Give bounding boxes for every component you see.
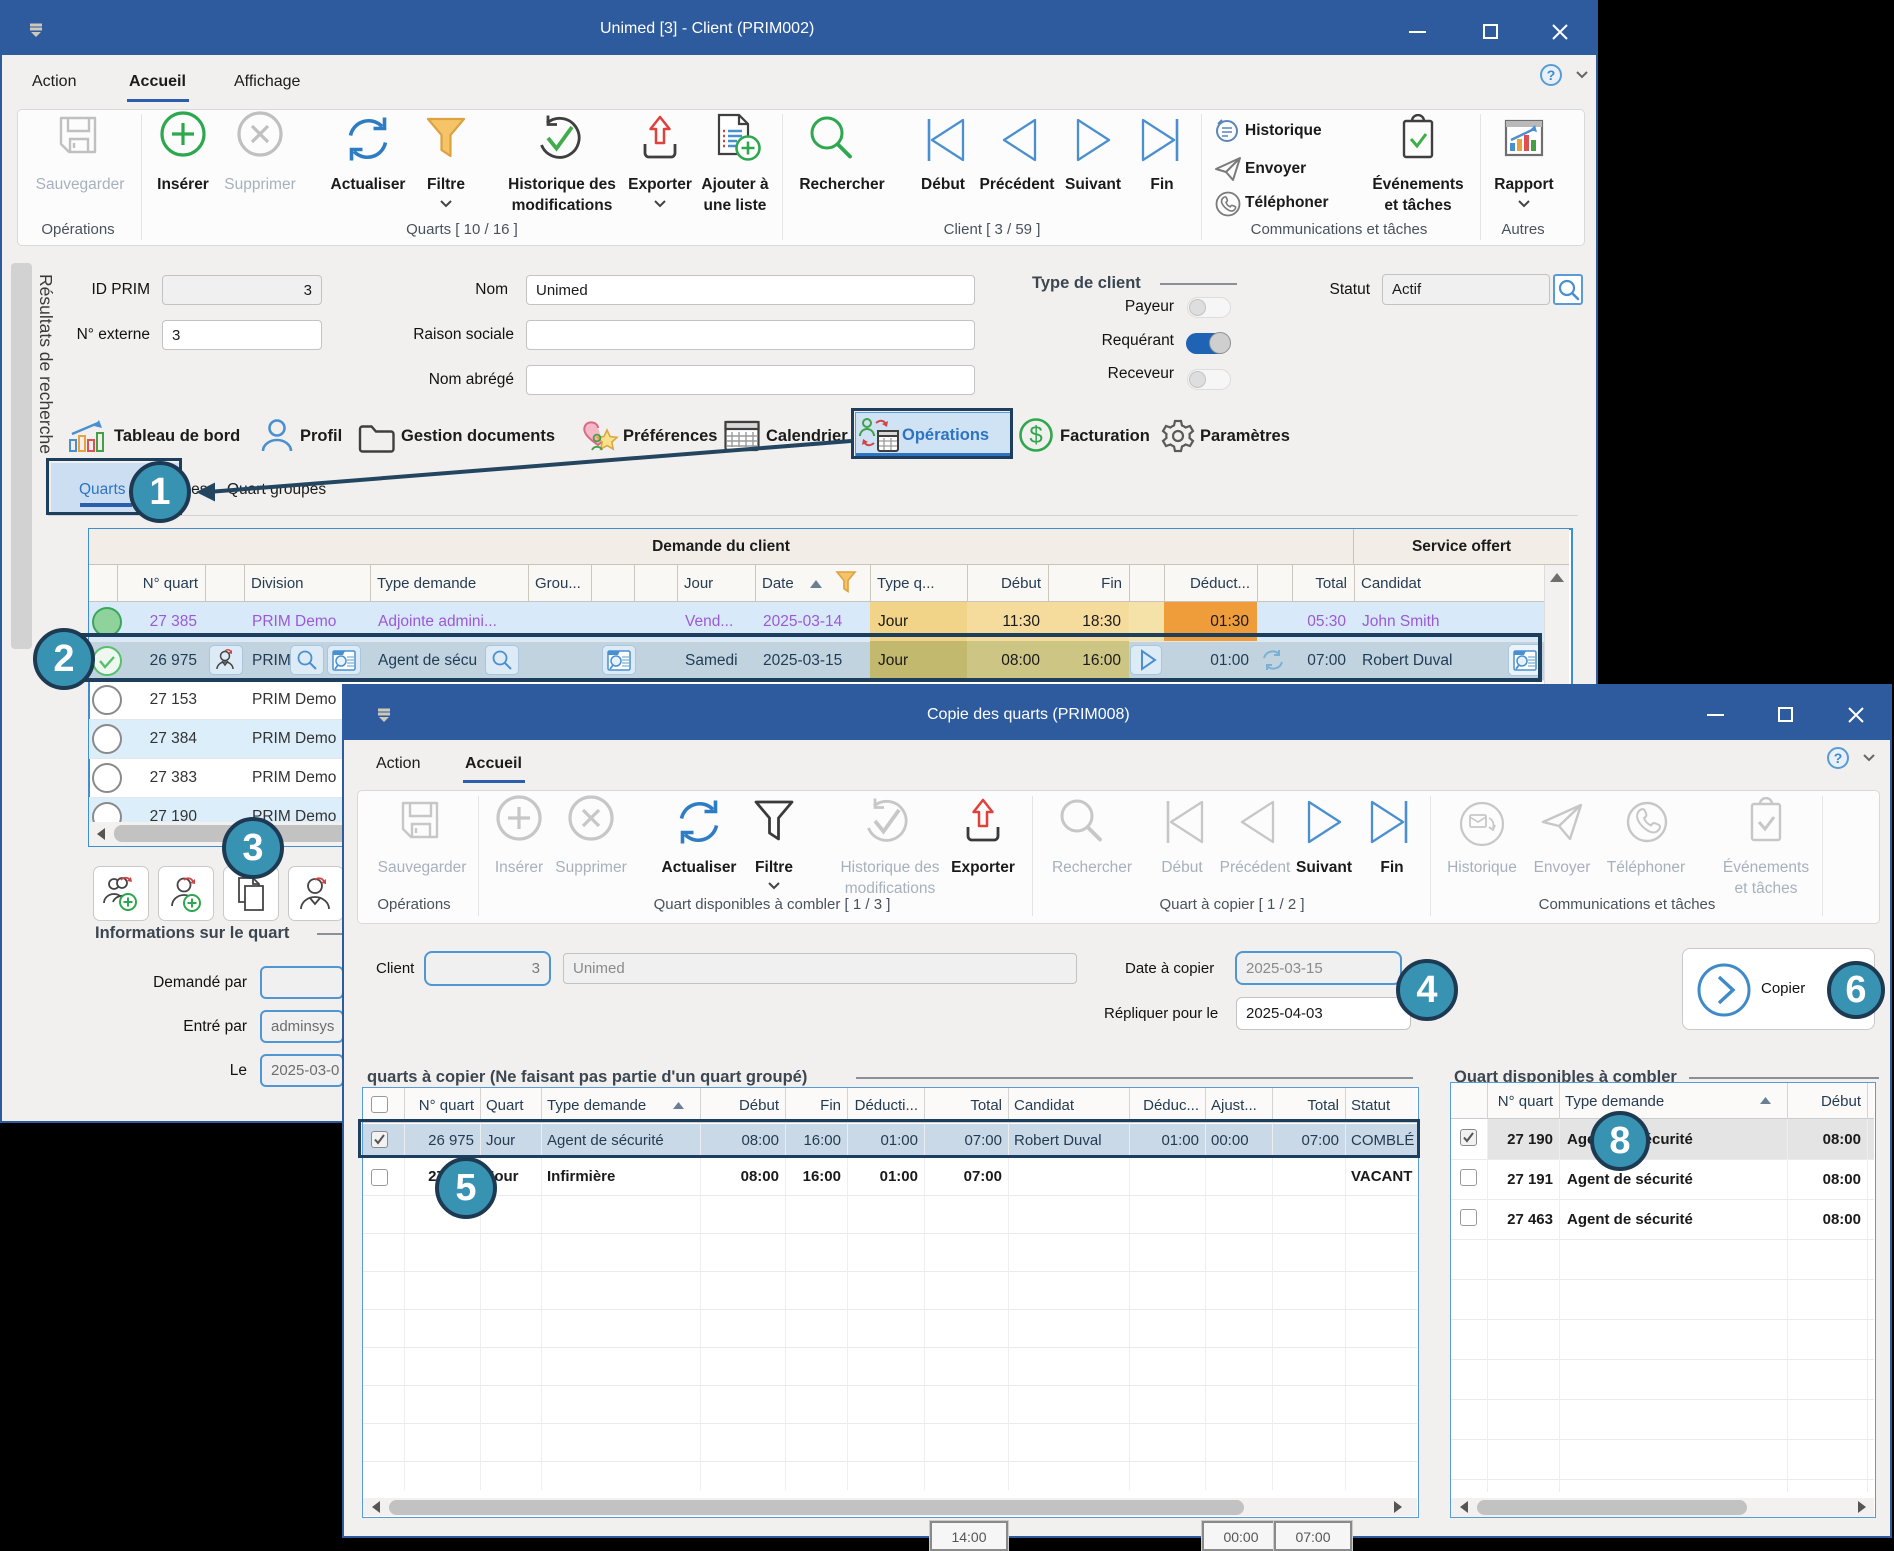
- svg-text:?: ?: [1834, 750, 1843, 766]
- svg-text:?: ?: [1547, 67, 1556, 83]
